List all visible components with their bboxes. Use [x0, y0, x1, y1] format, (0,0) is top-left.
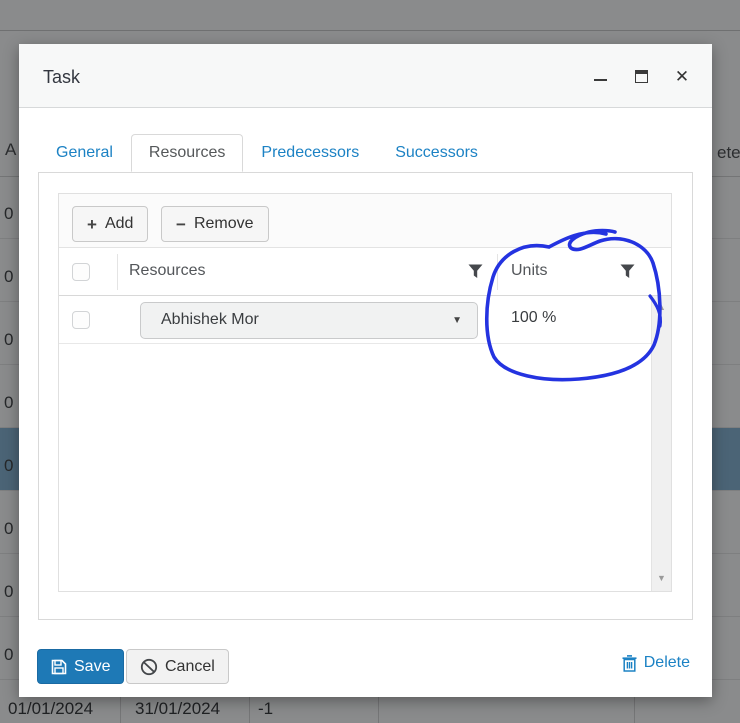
add-button-label: Add: [105, 215, 133, 233]
chevron-down-icon: ▼: [452, 315, 462, 326]
remove-button-label: Remove: [194, 215, 254, 233]
background-col-header-left: A: [5, 140, 16, 160]
select-all-checkbox[interactable]: [72, 263, 90, 281]
header-divider: [497, 254, 498, 290]
task-dialog: Task ✕ General Resources Predecessors Su…: [19, 44, 712, 697]
maximize-button[interactable]: [633, 66, 649, 86]
minimize-icon: [594, 79, 607, 82]
add-button[interactable]: + Add: [72, 206, 148, 242]
cancel-button-label: Cancel: [165, 658, 215, 676]
background-col-header-right: ete: [717, 143, 740, 163]
filter-icon[interactable]: [620, 264, 635, 279]
header-divider: [117, 254, 118, 290]
grid-header-row: Resources Units: [59, 248, 671, 296]
minus-icon: −: [176, 216, 186, 233]
resource-row: Abhishek Mor ▼ 100 %: [59, 296, 651, 344]
filter-icon[interactable]: [468, 264, 483, 279]
resource-dropdown-value: Abhishek Mor: [161, 311, 259, 329]
delete-button-label: Delete: [644, 654, 690, 672]
cancel-button[interactable]: Cancel: [126, 649, 229, 684]
dialog-title: Task: [43, 67, 80, 88]
vertical-scrollbar[interactable]: ▲ ▼: [651, 296, 671, 591]
delete-button[interactable]: Delete: [622, 654, 690, 672]
minimize-button[interactable]: [592, 66, 608, 86]
close-button[interactable]: ✕: [674, 66, 690, 86]
tab-successors[interactable]: Successors: [377, 134, 496, 172]
background-divider: [0, 30, 740, 31]
tab-general[interactable]: General: [38, 134, 131, 172]
save-icon: [51, 659, 67, 675]
remove-button[interactable]: − Remove: [161, 206, 269, 242]
save-button[interactable]: Save: [37, 649, 124, 684]
tab-predecessors[interactable]: Predecessors: [243, 134, 377, 172]
plus-icon: +: [87, 216, 97, 233]
dialog-header: Task ✕: [19, 44, 712, 108]
trash-icon: [622, 655, 637, 672]
window-controls: ✕: [592, 44, 690, 108]
tab-resources[interactable]: Resources: [131, 134, 243, 172]
row-checkbox[interactable]: [72, 311, 90, 329]
cancel-icon: [140, 658, 158, 676]
units-column-header: Units: [511, 262, 547, 280]
resource-dropdown[interactable]: Abhishek Mor ▼: [140, 302, 478, 339]
scroll-down-icon[interactable]: ▼: [652, 573, 671, 583]
scroll-up-icon[interactable]: ▲: [652, 302, 671, 312]
duration-cell: -1: [258, 699, 273, 719]
resources-column-header: Resources: [129, 262, 205, 280]
units-value: 100 %: [511, 309, 556, 327]
tab-bar: General Resources Predecessors Successor…: [38, 134, 496, 173]
maximize-icon: [635, 70, 648, 83]
screen: A ete 0 0 0 0 0 0 0 0 01/01/2024 31/01/2…: [0, 0, 740, 723]
end-date-cell: 31/01/2024: [135, 699, 220, 719]
start-date-cell: 01/01/2024: [8, 699, 93, 719]
grid-toolbar: + Add − Remove: [59, 194, 671, 248]
close-icon: ✕: [675, 68, 689, 85]
save-button-label: Save: [74, 658, 110, 676]
resources-grid: + Add − Remove Resources: [58, 193, 672, 592]
resources-tab-panel: + Add − Remove Resources: [38, 172, 693, 620]
